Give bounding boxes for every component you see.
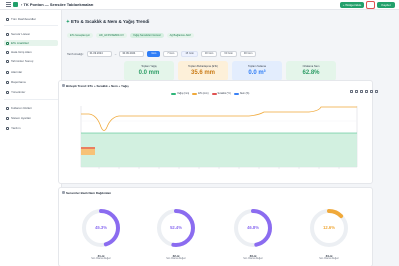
period-button-7d[interactable]: 7 Gün xyxy=(163,51,179,57)
report-icon xyxy=(6,80,9,84)
period-button-day[interactable]: Gün xyxy=(147,51,161,57)
save-button[interactable]: Kaydet xyxy=(377,2,395,8)
gear-icon xyxy=(6,116,9,120)
stat-card-irrigation: Toplam Sulama 0.0 m³ xyxy=(232,61,282,81)
help-icon xyxy=(6,126,9,130)
sidebar-item-settings[interactable]: Sistem Ayarları xyxy=(4,115,58,121)
gauge-caption: Son Okuma Değeri xyxy=(91,258,111,260)
sidebar-item-alarms[interactable]: Alarmlar xyxy=(4,69,58,75)
edit-icon xyxy=(6,50,9,54)
humidity-gauge: 46.8% Z3-nt Son Okuma Değeri xyxy=(231,206,275,260)
list-icon xyxy=(6,32,9,36)
forecast-icon xyxy=(6,59,9,63)
folder-icon xyxy=(6,90,9,94)
humidity-gauge: 12.6% Z4-nt Son Okuma Değeri xyxy=(307,206,351,260)
end-date-input[interactable]: 30.09.2024 xyxy=(119,51,145,57)
gauge-caption: Son Okuma Değeri xyxy=(243,258,263,260)
sidebar-item-data-entry[interactable]: Hata Giriş Alanı xyxy=(4,49,58,55)
gauges-title: Sensörler Bazlı Nem Dağılımları xyxy=(66,191,112,195)
start-date-input[interactable]: 01.09.2024 xyxy=(86,51,112,57)
gauge-percent: 52.4% xyxy=(170,225,182,230)
sidebar-item-help[interactable]: Yardım xyxy=(4,125,58,131)
date-separator: – xyxy=(114,52,117,56)
stat-card-rainfall: Toplam Yağış 0.0 mm xyxy=(124,61,174,81)
status-chip: ETo hesaplanıyor xyxy=(67,33,94,38)
status-chip: Yağış Sensörleri Güncel xyxy=(129,33,164,38)
humidity-gauge: 45.3% Z1-nt Son Okuma Değeri xyxy=(79,206,123,260)
trend-chart-plot xyxy=(80,106,358,169)
page-title: ✦ ETo & Sıcaklık & Nem & Yağış Trendi xyxy=(66,19,150,24)
humidity-area xyxy=(81,133,357,167)
sidebar-item-reports[interactable]: Raporlama xyxy=(4,79,58,85)
period-button-90d[interactable]: 90 Gün xyxy=(239,51,257,57)
add-widget-button[interactable]: + Widget Ekle xyxy=(340,2,364,8)
gauge-percent: 45.3% xyxy=(95,225,107,230)
sidebar-item-predictions[interactable]: Tahminler Sonuç xyxy=(4,58,58,64)
sparkle-icon: ✦ xyxy=(66,19,70,24)
sidebar: Tüm Dashboardlar Sensör Listesi ETo Anal… xyxy=(0,10,62,266)
sidebar-item-management[interactable]: Yönetimler xyxy=(4,89,58,95)
menu-icon[interactable] xyxy=(375,90,378,93)
breadcrumb: › TK Ponton — Sensöre Tabloekmaları xyxy=(21,2,94,7)
main-content: ✦ ETo & Sıcaklık & Nem & Yağış Trendi ET… xyxy=(58,10,399,266)
sidebar-item-user-roles[interactable]: Kullanıcı Rolleri xyxy=(4,105,58,111)
eto-line xyxy=(81,106,357,131)
stat-card-humidity: Ortalama Nem 62.8% xyxy=(286,61,336,81)
date-range-label: Tarih Aralığı: xyxy=(67,52,84,56)
x-ticks xyxy=(98,167,340,169)
grid-icon xyxy=(6,17,9,21)
sidebar-item-eto-analysis[interactable]: ETo Analizleri xyxy=(4,40,58,46)
status-chip: HD_HFP4/SE800-CV xyxy=(96,33,127,38)
status-chips: ETo hesaplanıyor HD_HFP4/SE800-CV Yağış … xyxy=(67,33,194,38)
date-filter-bar: Tarih Aralığı: 01.09.2024 – 30.09.2024 G… xyxy=(67,51,257,57)
period-button-15d[interactable]: 15 Gün xyxy=(181,51,198,57)
trend-chart-card: Birleşik Trend: ETo + Sıcaklık + Nem + Y… xyxy=(58,80,378,184)
stat-card-eto: Toplam Buharlaşma (ETo) 35.6 mm xyxy=(178,61,228,81)
gauge-caption: Son Okuma Değeri xyxy=(166,258,186,260)
gauge-percent: 12.6% xyxy=(323,225,335,230)
temperature-marker xyxy=(81,147,95,149)
status-chip: Ağ Bağlantısı Aktif xyxy=(166,33,194,38)
brand-logo xyxy=(13,2,18,7)
hamburger-menu-icon[interactable] xyxy=(6,2,11,7)
humidity-gauges-card: Sensörler Bazlı Nem Dağılımları 45.3% Z1… xyxy=(58,187,373,266)
sidebar-item-all-dashboards[interactable]: Tüm Dashboardlar xyxy=(4,16,58,22)
top-bar: › TK Ponton — Sensöre Tabloekmaları + Wi… xyxy=(0,0,399,10)
sidebar-item-sensor-list[interactable]: Sensör Listesi xyxy=(4,31,58,37)
chart-icon xyxy=(6,41,9,45)
sidebar-divider xyxy=(4,25,58,26)
humidity-gauge: 52.4% Z2-nt Son Okuma Değeri xyxy=(154,206,198,260)
gauge-percent: 46.8% xyxy=(247,225,259,230)
users-icon xyxy=(6,106,9,110)
droplet-icon xyxy=(62,191,65,194)
notification-icon[interactable] xyxy=(366,1,375,9)
period-button-60d[interactable]: 60 Gün xyxy=(220,51,237,57)
sidebar-divider xyxy=(4,99,58,100)
bell-icon xyxy=(6,70,9,74)
period-button-30d[interactable]: 30 Gün xyxy=(200,51,218,57)
gauge-caption: Son Okuma Değeri xyxy=(319,258,339,260)
